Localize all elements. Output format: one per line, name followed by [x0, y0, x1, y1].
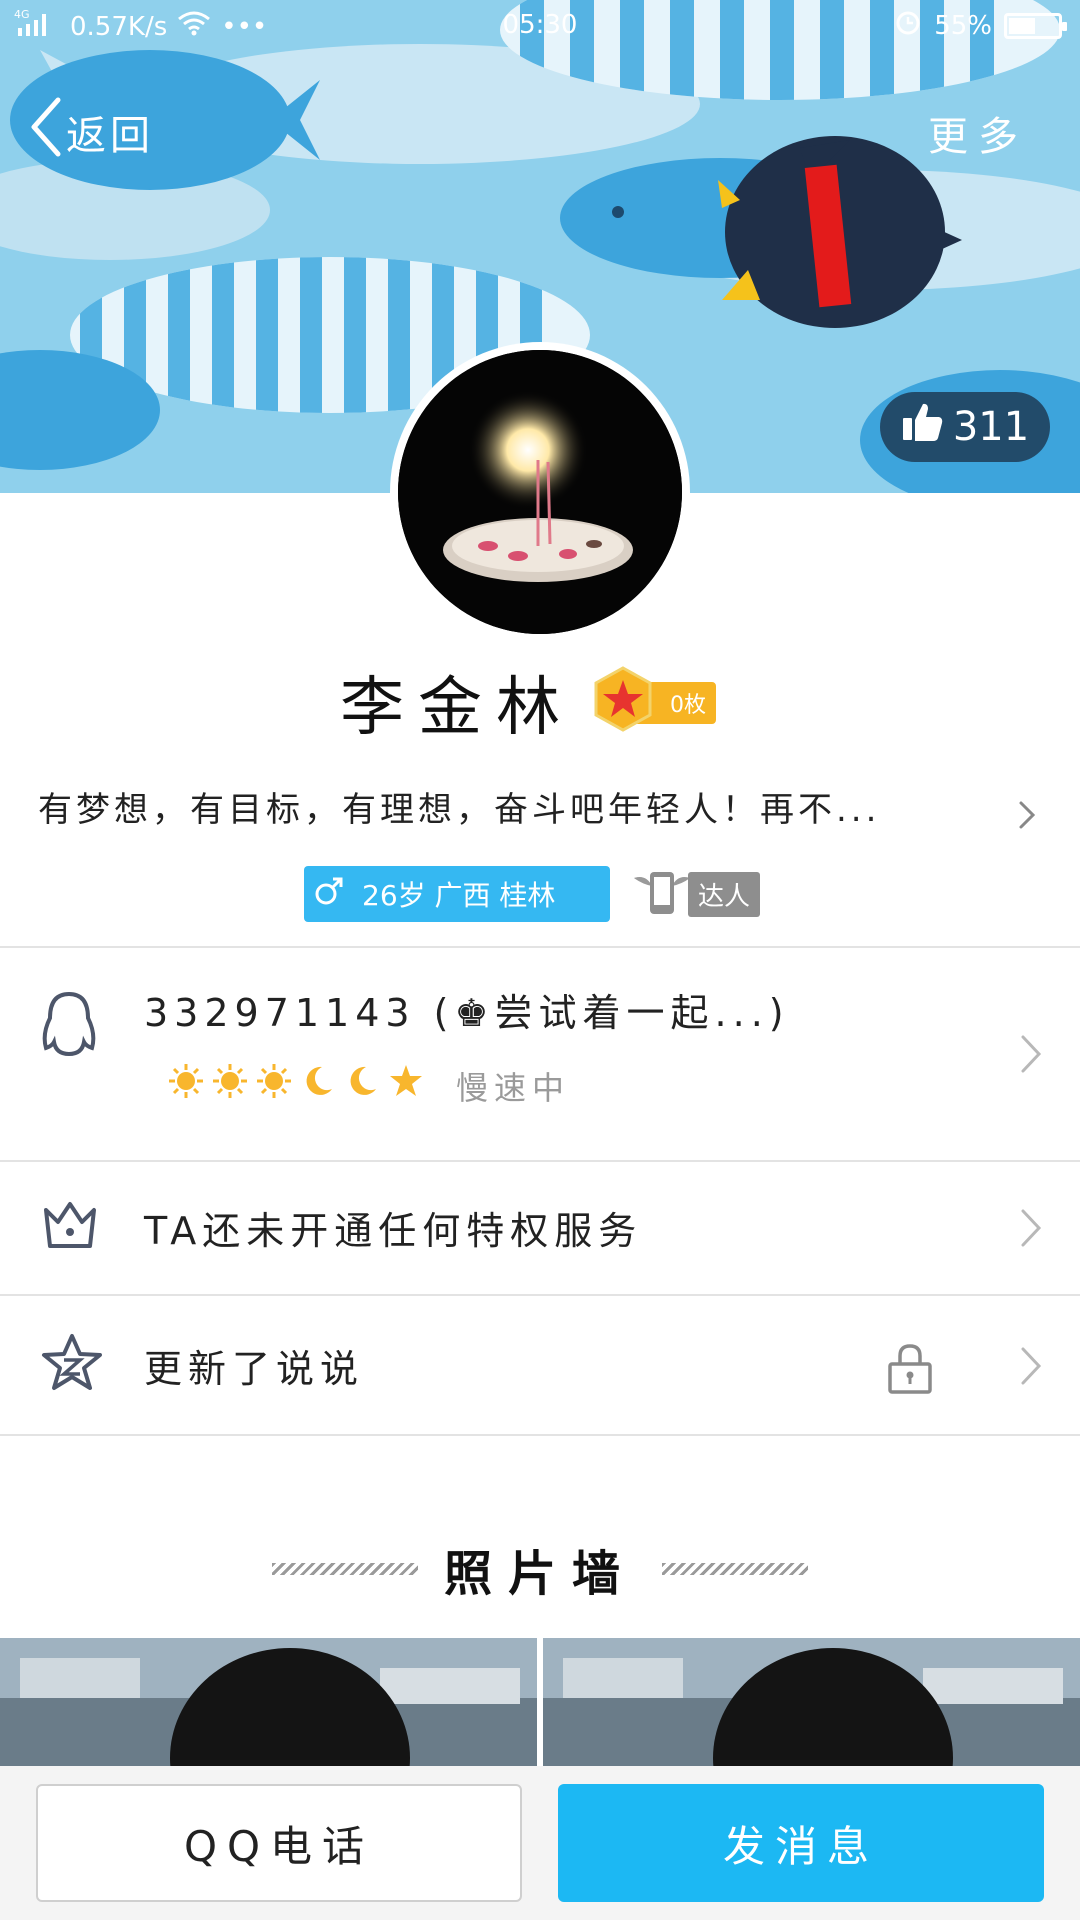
winged-phone-icon — [630, 864, 694, 924]
sun-icon — [212, 1063, 248, 1103]
qq-number-row[interactable]: 332971143 (♚尝试着一起...) — [0, 948, 1080, 1160]
daren-badge[interactable]: 达人 — [630, 864, 761, 924]
daren-label: 达人 — [688, 871, 761, 917]
crown-icon — [40, 1196, 100, 1256]
chevron-right-icon — [1020, 1208, 1042, 1252]
photo-wall-header: 照片墙 — [0, 1534, 1080, 1604]
back-label: 返回 — [66, 113, 154, 159]
vip-service-row[interactable]: TA还未开通任何特权服务 — [0, 1162, 1080, 1294]
send-message-button[interactable]: 发消息 — [558, 1784, 1044, 1902]
photo-thumbnail[interactable] — [543, 1638, 1080, 1768]
profile-name: 李金林 — [340, 671, 574, 745]
vip-status-text: TA还未开通任何特权服务 — [144, 1209, 643, 1253]
qzone-text: 更新了说说 — [144, 1347, 365, 1391]
star-medal-icon — [590, 666, 656, 732]
like-count: 311 — [952, 404, 1030, 450]
chevron-left-icon — [28, 96, 62, 168]
thumbs-up-icon — [901, 400, 945, 454]
moon-icon — [300, 1063, 336, 1103]
qq-number: 332971143 (♚尝试着一起...) — [144, 991, 790, 1035]
medal-badge[interactable]: 0枚 — [590, 666, 726, 732]
male-icon — [312, 874, 346, 915]
chevron-right-icon — [1018, 800, 1036, 834]
signature-text[interactable]: 有梦想，有目标，有理想，奋斗吧年轻人！再不... — [38, 782, 988, 831]
star-icon — [388, 1063, 424, 1103]
sun-icon — [168, 1063, 204, 1103]
back-button[interactable]: 返回 — [28, 96, 154, 168]
chevron-right-icon — [1020, 1346, 1042, 1390]
acceleration-status: 慢速中 — [456, 1069, 571, 1107]
penguin-outline-icon — [40, 990, 98, 1064]
bottom-action-bar: QQ电话 发消息 — [0, 1766, 1080, 1920]
info-tag: 26岁 广西 桂林 — [304, 866, 610, 922]
qzone-star-icon — [40, 1332, 104, 1398]
qzone-row[interactable]: 更新了说说 — [0, 1296, 1080, 1434]
hatch-divider — [662, 1563, 808, 1575]
divider — [0, 1434, 1080, 1436]
chevron-right-icon — [1020, 1034, 1042, 1078]
photo-wall-title: 照片墙 — [443, 1546, 636, 1602]
battery-percent: 55% — [934, 10, 992, 41]
name-row: 李金林 0枚 — [0, 656, 1080, 745]
battery-icon — [1004, 12, 1067, 39]
qq-level-icons — [168, 1063, 424, 1103]
age-location: 26岁 广西 桂林 — [362, 879, 556, 912]
avatar[interactable] — [390, 342, 690, 642]
profile-tags: 26岁 广西 桂林 达人 — [304, 864, 761, 924]
photo-thumbnail[interactable] — [0, 1638, 537, 1768]
hatch-divider — [271, 1563, 418, 1575]
alarm-icon — [894, 8, 922, 43]
moon-icon — [344, 1063, 380, 1103]
more-button[interactable]: 更多 — [928, 104, 1028, 162]
photo-wall — [0, 1638, 1080, 1768]
status-bar: 4G 0.57K/s ••• 05:30 55% — [0, 0, 1080, 52]
sun-icon — [256, 1063, 292, 1103]
qq-call-button[interactable]: QQ电话 — [36, 1784, 522, 1902]
battery-fill — [1009, 17, 1035, 34]
avatar-photo-birthday-cake — [398, 350, 682, 634]
like-button[interactable]: 311 — [880, 392, 1050, 462]
lock-icon — [884, 1342, 936, 1398]
